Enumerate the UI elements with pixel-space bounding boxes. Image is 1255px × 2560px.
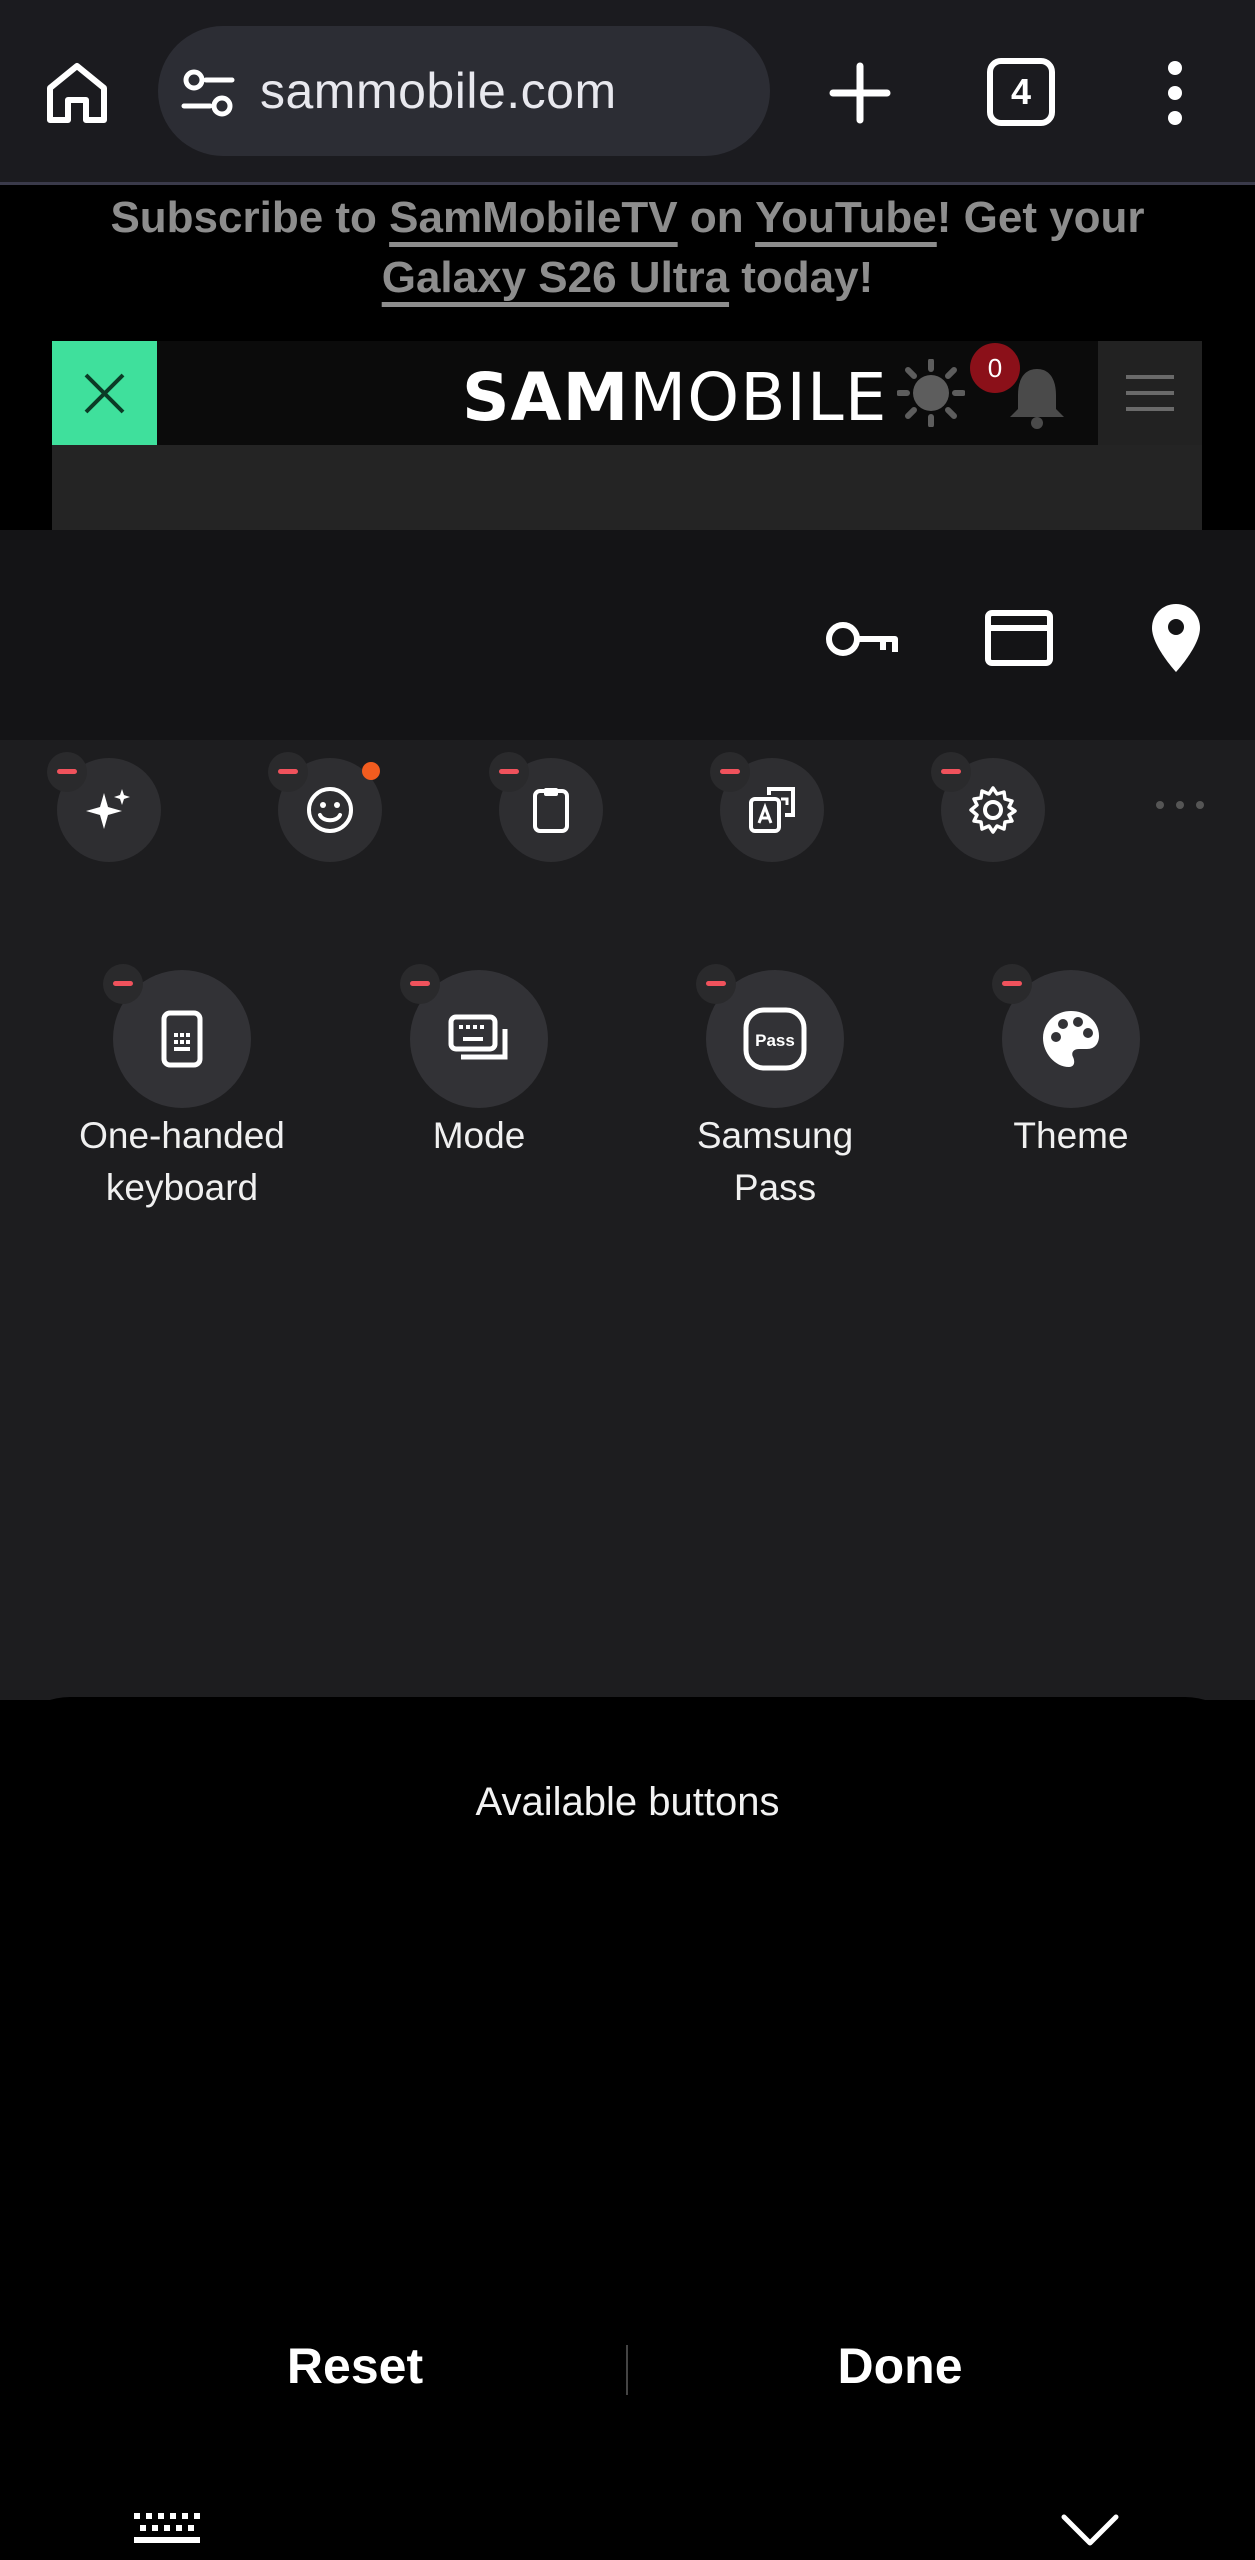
- label-line: Theme: [1013, 1115, 1129, 1156]
- galaxy-ai-sparkle-icon: [86, 789, 130, 829]
- reset-button[interactable]: Reset: [160, 2337, 550, 2395]
- site-menu-button[interactable]: [1098, 341, 1202, 445]
- url-text[interactable]: sammobile.com: [260, 62, 617, 120]
- banner-text: today!: [729, 253, 874, 302]
- remove-button[interactable]: [103, 964, 143, 1004]
- logo-mobile: MOBILE: [629, 359, 888, 436]
- more-options-icon[interactable]: [1155, 800, 1205, 810]
- banner-link-galaxy[interactable]: Galaxy S26 Ultra: [382, 253, 729, 302]
- banner-text: on: [677, 193, 756, 242]
- new-indicator-dot: [362, 762, 380, 780]
- clipboard-icon: [533, 788, 569, 833]
- done-button[interactable]: Done: [705, 2337, 1095, 2395]
- chevron-down-icon[interactable]: [1060, 2509, 1120, 2549]
- close-menu-button[interactable]: [52, 341, 157, 445]
- page-content-strip: [52, 445, 1202, 530]
- button-label: Mode: [359, 1110, 599, 1162]
- remove-button[interactable]: [47, 752, 87, 792]
- site-settings-icon[interactable]: [180, 68, 236, 118]
- button-label: Theme: [951, 1110, 1191, 1162]
- more-vert-icon[interactable]: [1160, 58, 1190, 128]
- remove-button[interactable]: [696, 964, 736, 1004]
- site-logo[interactable]: SAMMOBILE: [462, 359, 887, 436]
- autofill-bar: [0, 530, 1255, 740]
- button-label: One-handed keyboard: [62, 1110, 302, 1214]
- promo-banner: Subscribe to SamMobileTV on YouTube! Get…: [0, 188, 1255, 328]
- remove-button[interactable]: [931, 752, 971, 792]
- samsung-pass-icon: Pass: [743, 1007, 807, 1071]
- dark-mode-toggle-icon[interactable]: [897, 359, 965, 427]
- banner-text: Subscribe to: [110, 193, 390, 242]
- button-label: Samsung Pass: [655, 1110, 895, 1214]
- hamburger-icon: [1126, 375, 1174, 411]
- logo-sam: SAM: [462, 359, 630, 436]
- banner-text: ! Get your: [936, 193, 1145, 242]
- remove-button[interactable]: [400, 964, 440, 1004]
- close-icon: [84, 373, 125, 414]
- remove-button[interactable]: [992, 964, 1032, 1004]
- settings-gear-icon: [969, 786, 1017, 834]
- label-line: Samsung: [696, 1115, 854, 1156]
- address-pin-icon[interactable]: [1150, 602, 1202, 674]
- label-line: keyboard: [105, 1167, 259, 1208]
- emoji-icon: [307, 787, 353, 833]
- tab-count: 4: [1010, 71, 1032, 112]
- button-divider: [626, 2345, 628, 2395]
- banner-link-youtube[interactable]: YouTube: [755, 193, 937, 242]
- new-tab-icon[interactable]: [825, 58, 895, 128]
- label-line: Pass: [733, 1167, 817, 1208]
- palette-icon: [1043, 1011, 1099, 1067]
- notification-badge: 0: [970, 343, 1020, 393]
- remove-button[interactable]: [489, 752, 529, 792]
- tab-switcher-icon[interactable]: 4: [987, 58, 1055, 126]
- label-line: Mode: [432, 1115, 526, 1156]
- label-line: One-handed: [79, 1115, 285, 1156]
- sheet-title: Available buttons: [475, 1780, 780, 1824]
- remove-button[interactable]: [268, 752, 308, 792]
- home-icon[interactable]: [42, 58, 112, 128]
- one-handed-keyboard-icon: [161, 1010, 203, 1068]
- keyboard-mode-icon: [448, 1014, 508, 1060]
- available-buttons-sheet: Available buttons Reset Done: [0, 1697, 1255, 2560]
- svg-text:Pass: Pass: [755, 1031, 795, 1050]
- site-header: SAMMOBILE 0: [52, 341, 1202, 445]
- keyboard-toolbar-editor: One-handed keyboard Mode Pass Samsung Pa…: [0, 530, 1255, 1700]
- browser-toolbar: sammobile.com 4: [0, 0, 1255, 185]
- keyboard-icon[interactable]: [132, 2509, 200, 2549]
- banner-link-sammobiletv[interactable]: SamMobileTV: [389, 193, 678, 242]
- remove-button[interactable]: [710, 752, 750, 792]
- payment-card-icon[interactable]: [985, 610, 1053, 666]
- address-bar[interactable]: sammobile.com: [158, 26, 770, 156]
- translate-icon: [749, 787, 795, 833]
- password-key-icon[interactable]: [825, 616, 900, 662]
